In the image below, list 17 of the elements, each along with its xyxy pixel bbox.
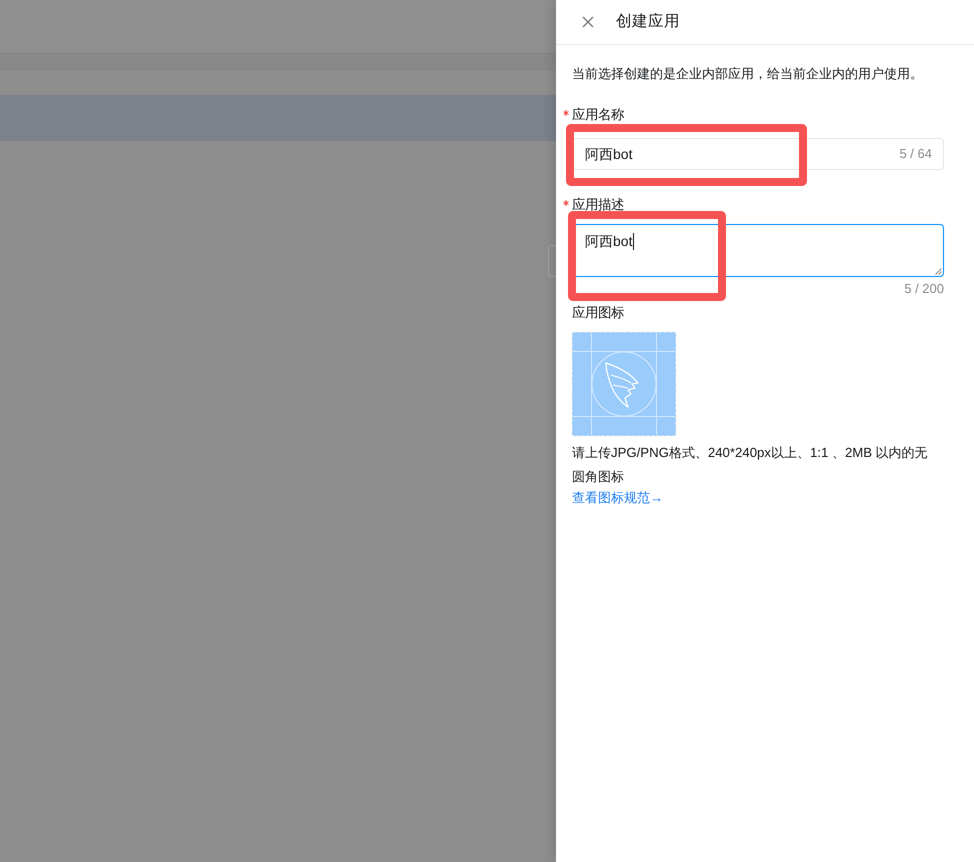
field-label: 应用名称 (572, 107, 624, 123)
field-value: 阿西bot (585, 145, 632, 164)
name-input-field[interactable]: 阿西bot 5 / 64 (572, 138, 944, 170)
close-icon (582, 16, 594, 28)
field-label: 应用描述 (572, 196, 624, 214)
close-button[interactable] (582, 16, 594, 28)
character-counter: 5 / 64 (899, 145, 932, 163)
field-label: 应用图标 (572, 304, 624, 322)
icon-guidelines-link[interactable]: 查看图标规范→ (572, 488, 664, 508)
drawer-title: 创建应用 (616, 12, 680, 32)
resize-grip-icon (935, 268, 942, 275)
text-cursor (633, 233, 634, 250)
field-value: 阿西bot (585, 232, 632, 251)
character-counter: 5 / 200 (904, 280, 944, 298)
intro-text: 当前选择创建的是企业内部应用，给当前企业内的用户使用。 (572, 65, 923, 83)
wing-logo-icon (591, 351, 657, 417)
upload-hint-text: 请上传JPG/PNG格式、240*240px以上、1:1 、2MB 以内的无圆角图标 (572, 444, 929, 486)
